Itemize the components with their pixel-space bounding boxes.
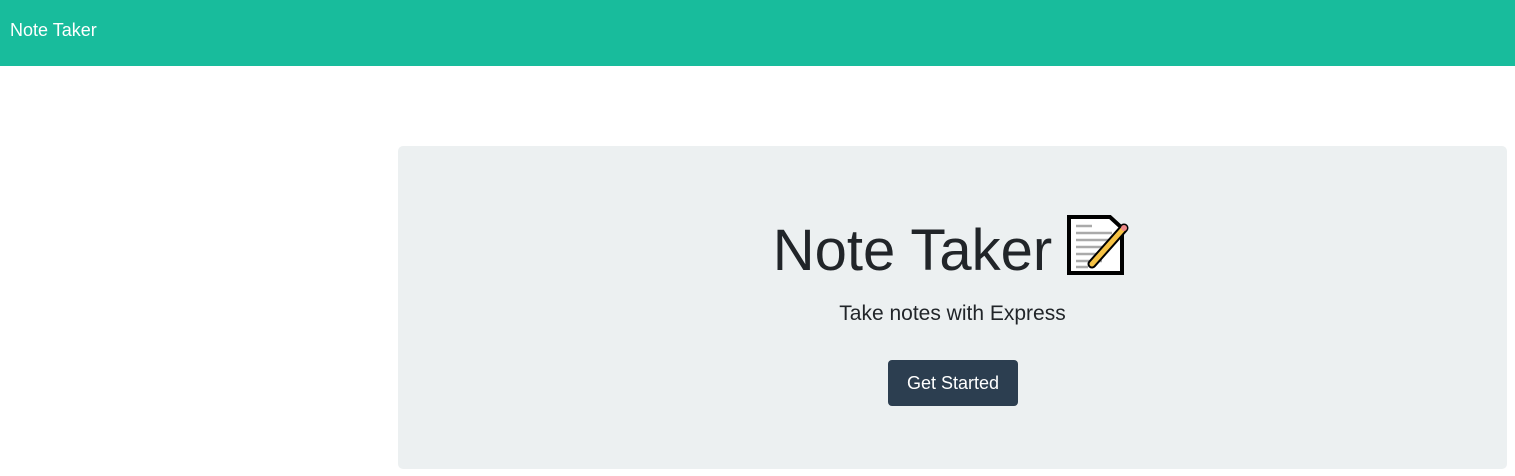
- memo-icon: [1067, 215, 1129, 275]
- navbar: Note Taker: [0, 0, 1515, 66]
- page-title-text: Note Taker: [772, 218, 1053, 283]
- jumbotron: Note Taker Take notes with Express Get S…: [398, 146, 1507, 469]
- page-title: Note Taker: [398, 214, 1507, 284]
- subtitle: Take notes with Express: [839, 302, 1066, 325]
- navbar-brand[interactable]: Note Taker: [10, 20, 97, 41]
- get-started-button[interactable]: Get Started: [888, 360, 1018, 406]
